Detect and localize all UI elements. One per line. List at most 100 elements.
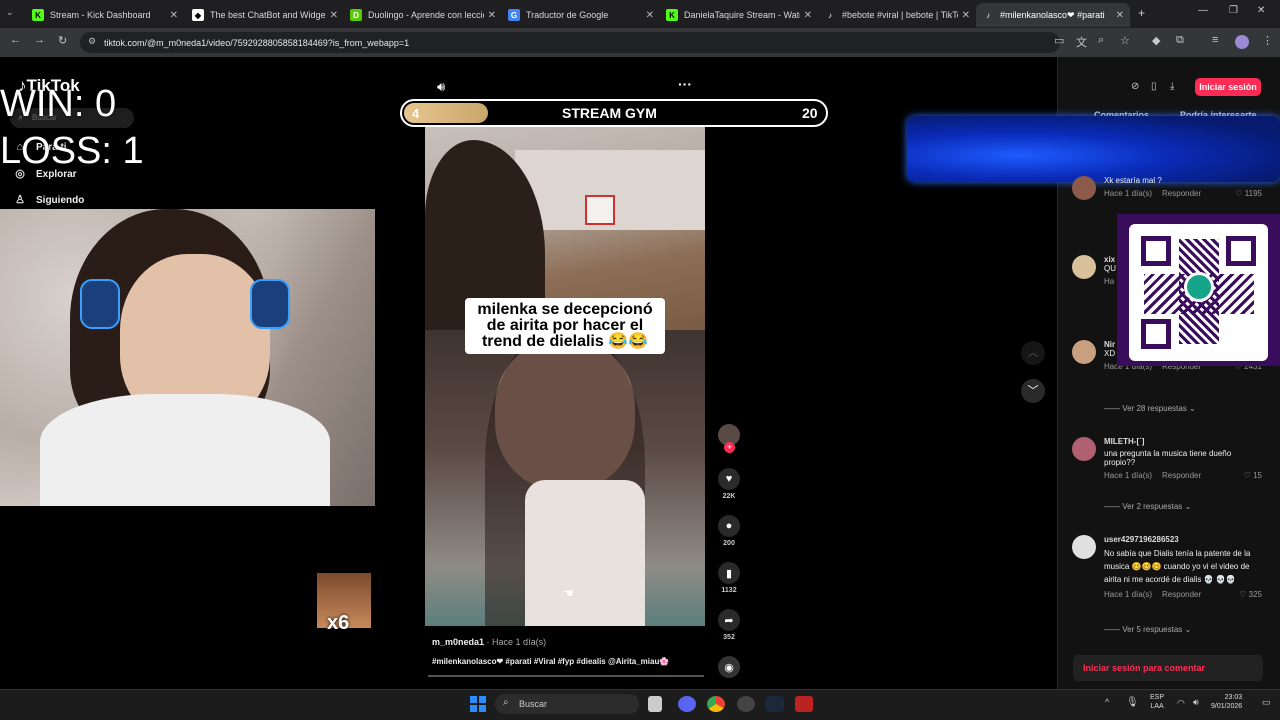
close-tab-icon[interactable]: ✕ <box>646 10 654 21</box>
taskbar-clock[interactable]: 23:03 9/01/2026 <box>1211 693 1242 711</box>
avatar[interactable] <box>1072 176 1096 200</box>
close-tab-icon[interactable]: ✕ <box>330 10 338 21</box>
video-caption: milenka se decepcionó de airita por hace… <box>465 298 665 354</box>
taskbar-search[interactable]: ⌕ Buscar <box>495 694 639 714</box>
avatar[interactable] <box>1072 437 1096 461</box>
browser-tab[interactable]: K Stream - Kick Dashboard ✕ <box>26 3 184 27</box>
extension-icon[interactable]: ◆ <box>1152 34 1160 47</box>
video-hashtags[interactable]: #milenkanolasco❤ #parati #Viral #fyp #di… <box>432 657 669 666</box>
tray-chevron-icon[interactable]: ^ <box>1105 697 1109 707</box>
comment-user[interactable]: MILETH-[´] <box>1104 437 1262 446</box>
close-tab-icon[interactable]: ✕ <box>488 10 496 21</box>
chevron-down-icon: ⌄ <box>1184 502 1192 511</box>
qr-code-image <box>1129 224 1268 361</box>
next-video-button[interactable]: ﹀ <box>1021 379 1045 403</box>
notification-icon[interactable]: ▭ <box>1262 697 1271 708</box>
music-disc-icon[interactable]: ◉ <box>718 656 740 678</box>
browser-tab[interactable]: D Duolingo - Aprende con leccio ✕ <box>344 3 502 27</box>
task-view-icon[interactable] <box>648 696 662 712</box>
login-button[interactable]: Iniciar sesión <box>1195 78 1261 96</box>
browser-tab[interactable]: ◆ The best ChatBot and Widgets ✕ <box>186 3 344 27</box>
comment-user[interactable]: user4297196286523 <box>1104 535 1262 544</box>
comment-like[interactable]: ♡ 325 <box>1239 590 1262 599</box>
bookmark-icon[interactable]: ▮ <box>718 562 740 584</box>
microphone-icon[interactable]: 🎙︎ <box>1126 697 1139 708</box>
comment-login-button[interactable]: Iniciar sesión para comentar <box>1073 655 1263 681</box>
nav-item-siguiendo[interactable]: ♙ Siguiendo <box>14 194 84 206</box>
share-action[interactable]: ➦ 352 <box>718 609 740 641</box>
save-action[interactable]: ▮ 1132 <box>718 562 740 594</box>
game-icon[interactable] <box>795 696 813 712</box>
speaker-icon[interactable]: 🔊︎ <box>1193 697 1199 708</box>
stream-gym-bar: 4 STREAM GYM 20 <box>400 99 828 127</box>
browser-tab[interactable]: ♪ #bebote #viral | bebote | TikTok ✕ <box>818 3 976 27</box>
browser-tab-active[interactable]: ♪ #milenkanolasco❤ #parati ✕ <box>976 3 1130 27</box>
minimize-icon[interactable]: — <box>1198 5 1208 16</box>
video-progress-bar[interactable] <box>428 675 704 677</box>
reload-icon[interactable]: ↻ <box>58 34 67 47</box>
like-action[interactable]: ♥ 22K <box>718 468 740 500</box>
media-icon[interactable]: ≡ <box>1212 34 1218 46</box>
avatar[interactable] <box>1072 255 1096 279</box>
comment-action[interactable]: ● 200 <box>718 515 740 547</box>
forward-icon[interactable]: → <box>34 34 45 46</box>
share-icon[interactable]: ➦ <box>718 609 740 631</box>
compass-icon[interactable]: ⊘ <box>1131 81 1139 92</box>
chrome-icon[interactable] <box>707 696 725 712</box>
video-player[interactable]: milenka se decepcionó de airita por hace… <box>425 120 705 626</box>
follow-plus-icon[interactable]: + <box>724 442 735 453</box>
download-icon[interactable]: ⤓ <box>1170 81 1174 92</box>
new-tab-icon[interactable]: + <box>1138 6 1145 20</box>
reply-link[interactable]: Responder <box>1162 189 1201 198</box>
reply-link[interactable]: Responder <box>1162 590 1201 599</box>
zoom-icon[interactable]: ⌕ <box>1098 34 1104 47</box>
profile-avatar[interactable] <box>1235 35 1249 49</box>
video-author[interactable]: m_m0neda1 <box>432 637 484 647</box>
steam-icon[interactable] <box>766 696 784 712</box>
address-bar[interactable]: ⚙ tiktok.com/@m_m0neda1/video/7592928805… <box>80 32 1060 53</box>
volume-icon[interactable]: 🔊︎ <box>437 79 445 95</box>
comment-like[interactable]: ♡ 1195 <box>1235 189 1262 198</box>
browser-tab[interactable]: K DanielaTaquire Stream - Watch ✕ <box>660 3 818 27</box>
wifi-icon[interactable]: ◠ <box>1177 698 1185 709</box>
windows-start-icon[interactable] <box>470 696 486 712</box>
view-replies[interactable]: —— Ver 5 respuestas ⌄ <box>1104 625 1191 634</box>
cast-icon[interactable]: ▭ <box>1054 34 1064 47</box>
heart-icon[interactable]: ♥ <box>718 468 740 490</box>
comment-item: MILETH-[´] una pregunta la musica tiene … <box>1072 437 1262 480</box>
view-replies[interactable]: —— Ver 2 respuestas ⌄ <box>1104 502 1191 511</box>
translate-icon[interactable]: 文 <box>1076 34 1087 50</box>
avatar[interactable] <box>1072 535 1096 559</box>
close-tab-icon[interactable]: ✕ <box>1116 10 1124 21</box>
comment-icon[interactable]: ● <box>718 515 740 537</box>
previous-video-button[interactable]: ︿ <box>1021 341 1045 365</box>
comment-like[interactable]: ♡ 15 <box>1244 471 1262 480</box>
author-avatar-action[interactable]: + <box>718 424 740 453</box>
device-icon[interactable]: ▯ <box>1151 81 1157 92</box>
stream-gym-goal: 20 <box>802 105 818 121</box>
restore-icon[interactable]: ❐ <box>1229 5 1238 16</box>
comment-text: No sabía que Dialis tenía la patente de … <box>1104 549 1251 584</box>
menu-dots-icon[interactable]: ⋮ <box>1262 34 1273 47</box>
close-tab-icon[interactable]: ✕ <box>962 10 970 21</box>
close-tab-icon[interactable]: ✕ <box>804 10 812 21</box>
obs-icon[interactable] <box>737 696 755 712</box>
reply-link[interactable]: Responder <box>1162 471 1201 480</box>
site-info-icon[interactable]: ⚙ <box>88 36 96 47</box>
kick-icon: K <box>666 9 678 21</box>
music-disc-action[interactable]: ◉ <box>718 656 740 678</box>
close-tab-icon[interactable]: ✕ <box>170 10 178 21</box>
puzzle-icon[interactable]: ⧉ <box>1176 34 1184 47</box>
discord-icon[interactable] <box>678 696 696 712</box>
tab-search-icon[interactable]: ⌄ <box>6 7 14 18</box>
more-options-icon[interactable]: ··· <box>678 76 692 92</box>
browser-tab[interactable]: G Traductor de Google ✕ <box>502 3 660 27</box>
comment-time: Hace 1 día(s) <box>1104 189 1153 198</box>
bookmark-star-icon[interactable]: ☆ <box>1120 34 1130 47</box>
language-indicator[interactable]: ESP LAA <box>1150 693 1164 711</box>
avatar[interactable] <box>1072 340 1096 364</box>
video-author-line[interactable]: m_m0neda1 · Hace 1 día(s) <box>432 637 546 647</box>
close-window-icon[interactable]: ✕ <box>1257 5 1265 16</box>
view-replies[interactable]: —— Ver 28 respuestas ⌄ <box>1104 404 1196 413</box>
back-icon[interactable]: ← <box>10 34 21 46</box>
